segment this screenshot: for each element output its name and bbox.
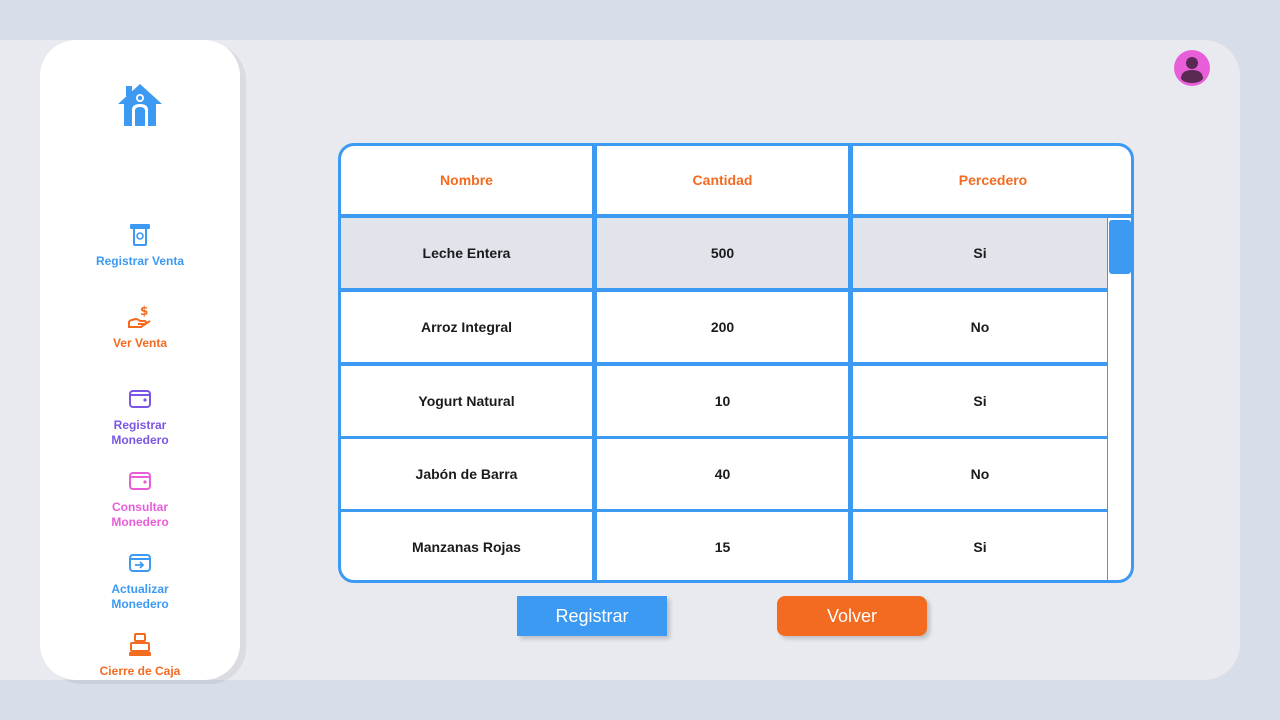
wallet-icon: [129, 472, 151, 490]
scrollbar-thumb[interactable]: [1109, 220, 1131, 274]
cash-register-icon: [129, 633, 151, 656]
column-header-cantidad[interactable]: Cantidad: [597, 146, 848, 214]
sidebar-item-label: Actualizar Monedero: [111, 582, 169, 611]
user-avatar-icon[interactable]: [1174, 50, 1210, 86]
table-cell[interactable]: Arroz Integral: [341, 292, 592, 362]
column-header-nombre[interactable]: Nombre: [341, 146, 592, 214]
table-cell[interactable]: 40: [597, 439, 848, 509]
table-cell[interactable]: Manzanas Rojas: [341, 512, 592, 580]
wallet-icon: [129, 390, 151, 408]
sidebar-item-1[interactable]: $ Ver Venta: [40, 304, 240, 351]
register-button[interactable]: Registrar: [517, 596, 667, 636]
table-cell[interactable]: 10: [597, 366, 848, 436]
sidebar-item-2[interactable]: Registrar Monedero: [40, 386, 240, 448]
home-icon[interactable]: [116, 82, 164, 128]
table-cell[interactable]: Si: [853, 218, 1107, 288]
hand-money-icon: $: [128, 304, 151, 328]
table-cell[interactable]: Jabón de Barra: [341, 439, 592, 509]
table-cell[interactable]: Si: [853, 512, 1107, 580]
column-header-percedero[interactable]: Percedero: [853, 146, 1131, 214]
table-cell[interactable]: Si: [853, 366, 1107, 436]
back-button[interactable]: Volver: [777, 596, 927, 636]
wallet-transfer-icon: [129, 554, 151, 572]
sidebar-item-label: Ver Venta: [112, 336, 168, 350]
sidebar-item-3[interactable]: Consultar Monedero: [40, 468, 240, 530]
sidebar-item-label: Registrar Venta: [95, 254, 185, 268]
sidebar-item-label: Registrar Monedero: [111, 418, 169, 447]
atm-cash-icon: [130, 224, 150, 246]
svg-text:$: $: [140, 304, 148, 318]
sidebar-item-4[interactable]: Actualizar Monedero: [40, 550, 240, 612]
table-cell[interactable]: 500: [597, 218, 848, 288]
sidebar-item-label: Consultar Monedero: [111, 500, 169, 529]
table-cell[interactable]: No: [853, 439, 1107, 509]
sidebar-item-label: Cierre de Caja: [99, 664, 181, 678]
table-cell[interactable]: Yogurt Natural: [341, 366, 592, 436]
table-cell[interactable]: No: [853, 292, 1107, 362]
sidebar: Registrar Venta $ Ver Venta Registrar Moned…: [40, 40, 240, 680]
sidebar-item-0[interactable]: Registrar Venta: [40, 222, 240, 269]
products-table: Nombre Cantidad Percedero Leche Entera 500 Si…: [338, 143, 1134, 583]
table-cell[interactable]: Leche Entera: [341, 218, 592, 288]
table-cell[interactable]: 200: [597, 292, 848, 362]
table-cell[interactable]: 15: [597, 512, 848, 580]
sidebar-item-5[interactable]: Cierre de Caja: [40, 632, 240, 679]
